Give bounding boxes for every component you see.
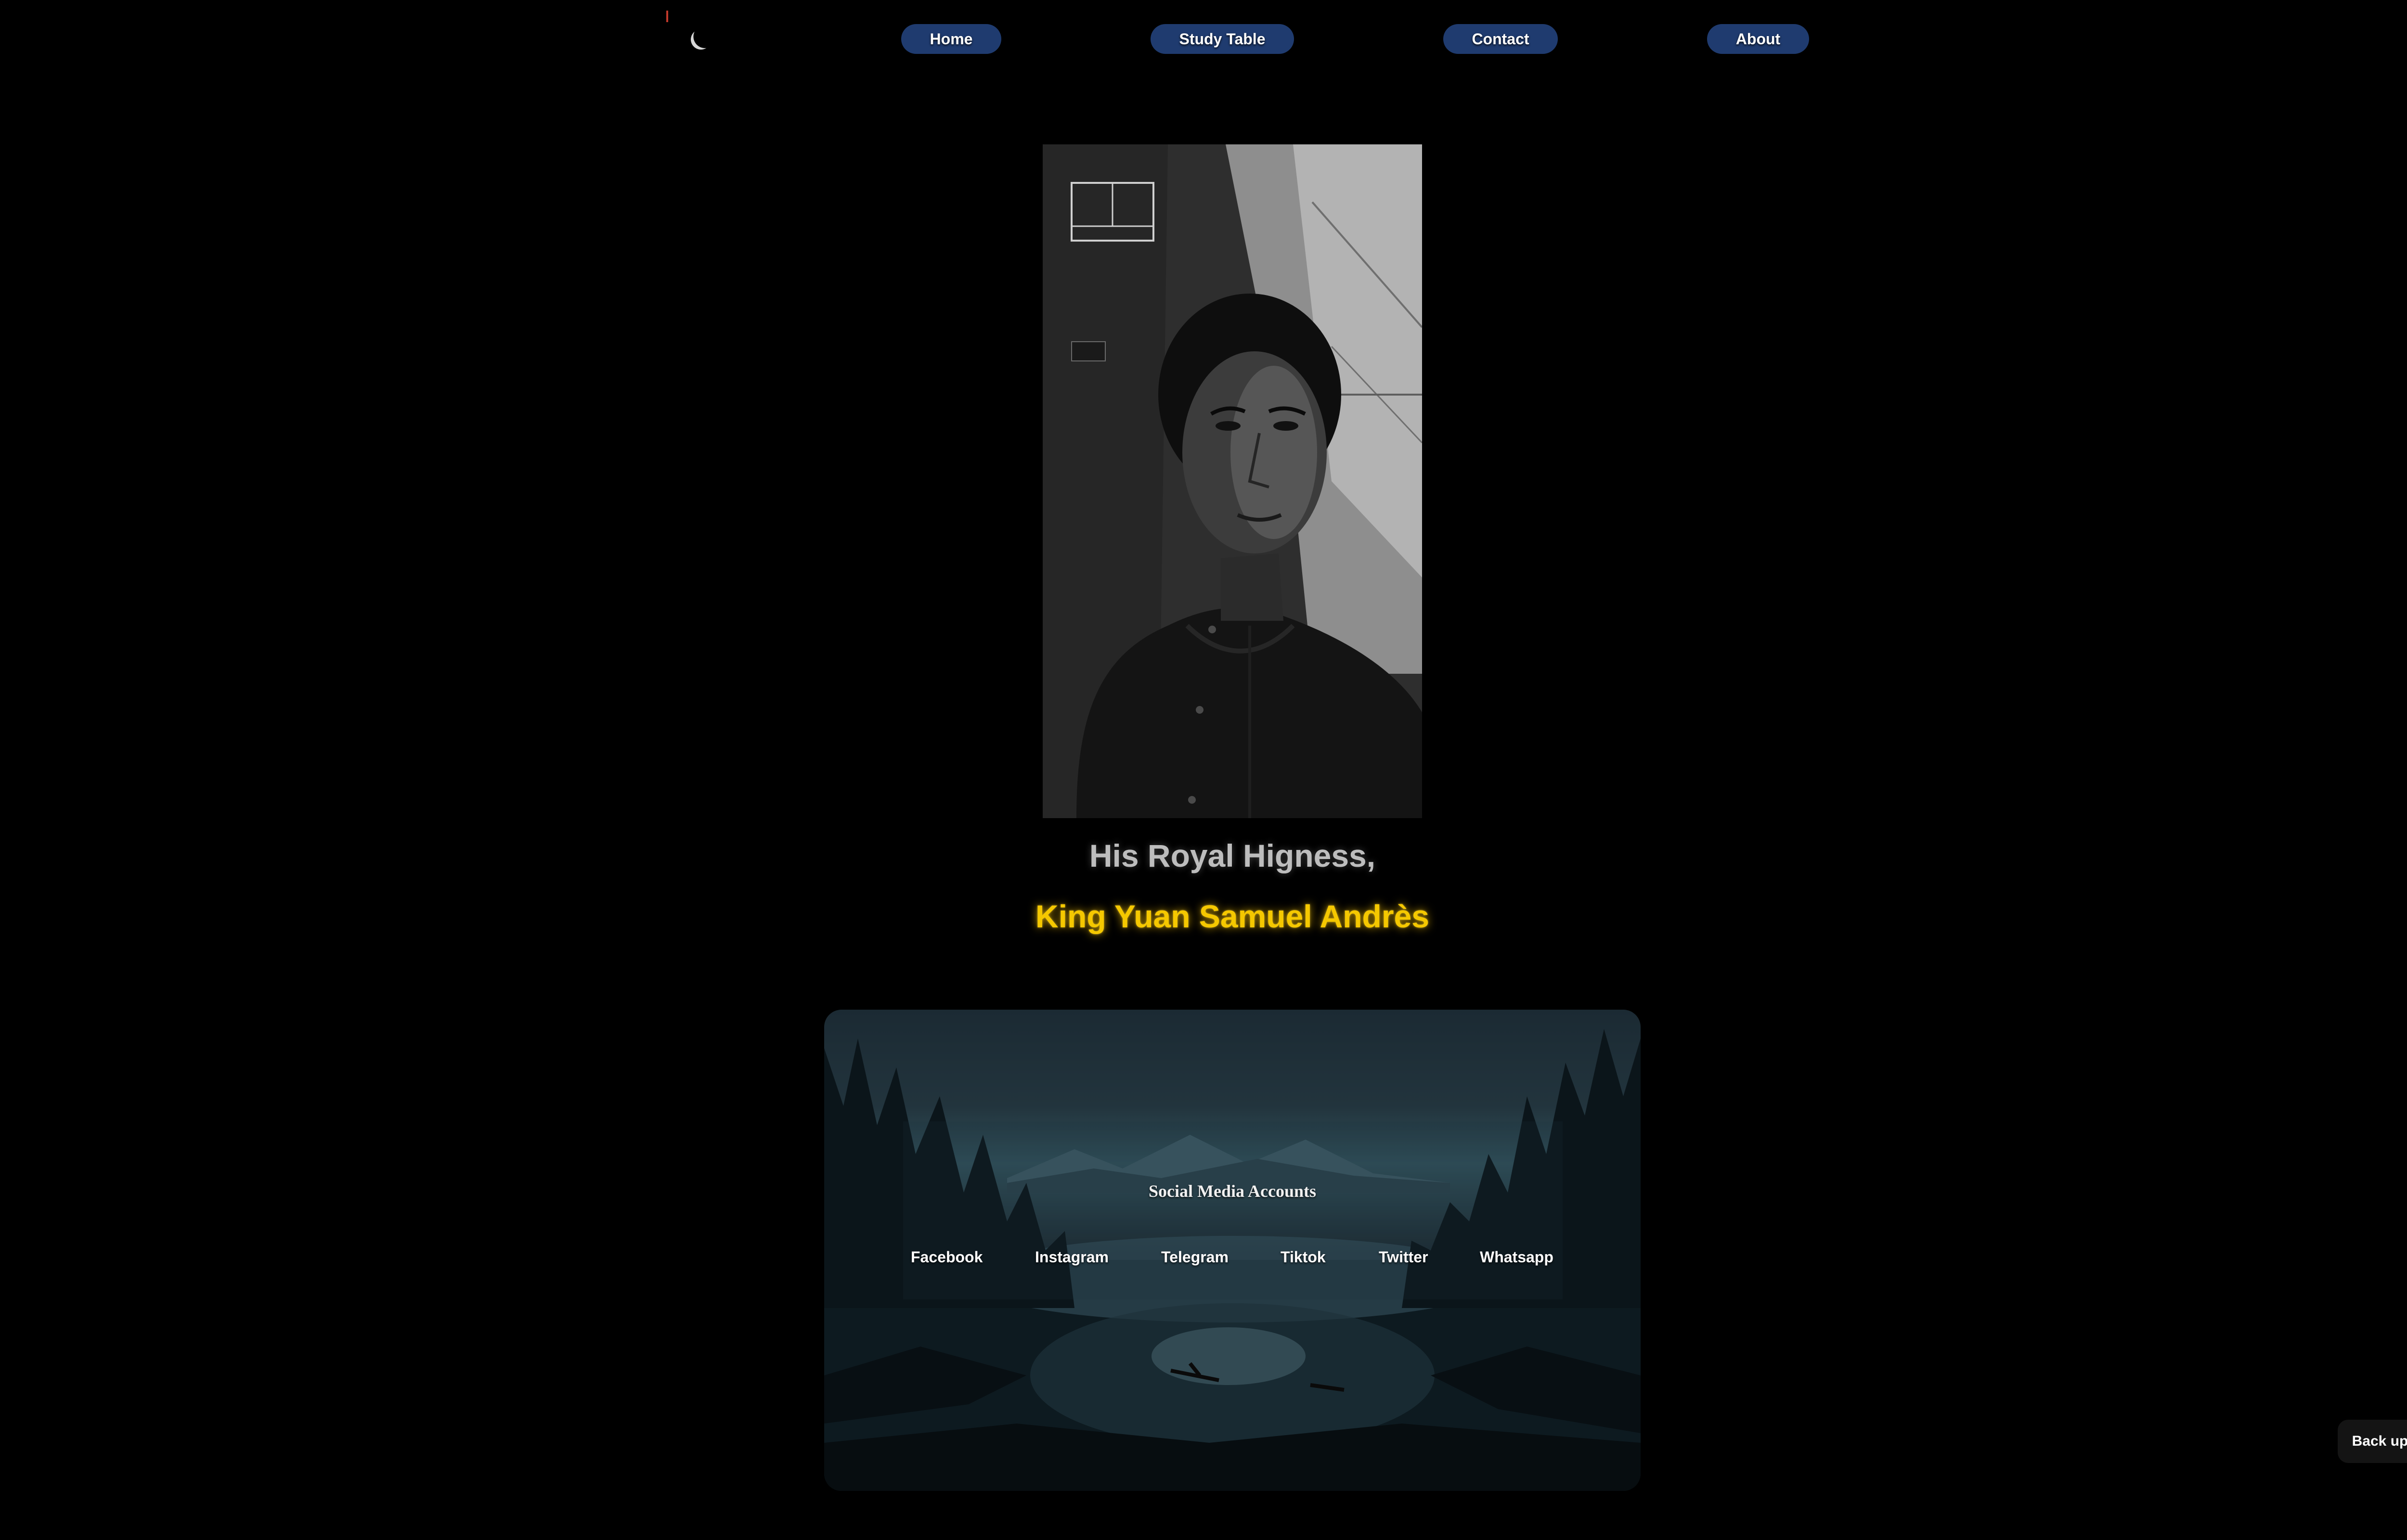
page: Home Study Table Contact About His Royal… [0, 0, 2407, 1540]
twitter-link[interactable]: Twitter [1379, 1248, 1428, 1266]
nav-about-button[interactable]: About [1707, 24, 1809, 54]
crescent-moon-logo-icon[interactable] [686, 25, 715, 54]
nav-contact-button[interactable]: Contact [1443, 24, 1558, 54]
social-media-card: Social Media Accounts Facebook Instagram… [824, 1010, 1641, 1491]
facebook-link[interactable]: Facebook [911, 1248, 983, 1266]
profile-name: King Yuan Samuel Andrès [1035, 898, 1429, 934]
honorific-title: His Royal Higness, [1089, 838, 1376, 873]
nav-study-table-button[interactable]: Study Table [1151, 24, 1294, 54]
nav-home-button[interactable]: Home [901, 24, 1001, 54]
red-marker [666, 11, 668, 22]
instagram-link[interactable]: Instagram [1035, 1248, 1109, 1266]
whatsapp-link[interactable]: Whatsapp [1480, 1248, 1553, 1266]
social-panel [903, 1121, 1563, 1299]
social-heading: Social Media Accounts [1149, 1181, 1316, 1201]
back-up-button[interactable]: Back up [2338, 1420, 2407, 1463]
telegram-link[interactable]: Telegram [1161, 1248, 1229, 1266]
tiktok-link[interactable]: Tiktok [1281, 1248, 1326, 1266]
social-links-row: Facebook Instagram Telegram Tiktok Twitt… [824, 1248, 1641, 1272]
profile-photo [1043, 144, 1422, 818]
